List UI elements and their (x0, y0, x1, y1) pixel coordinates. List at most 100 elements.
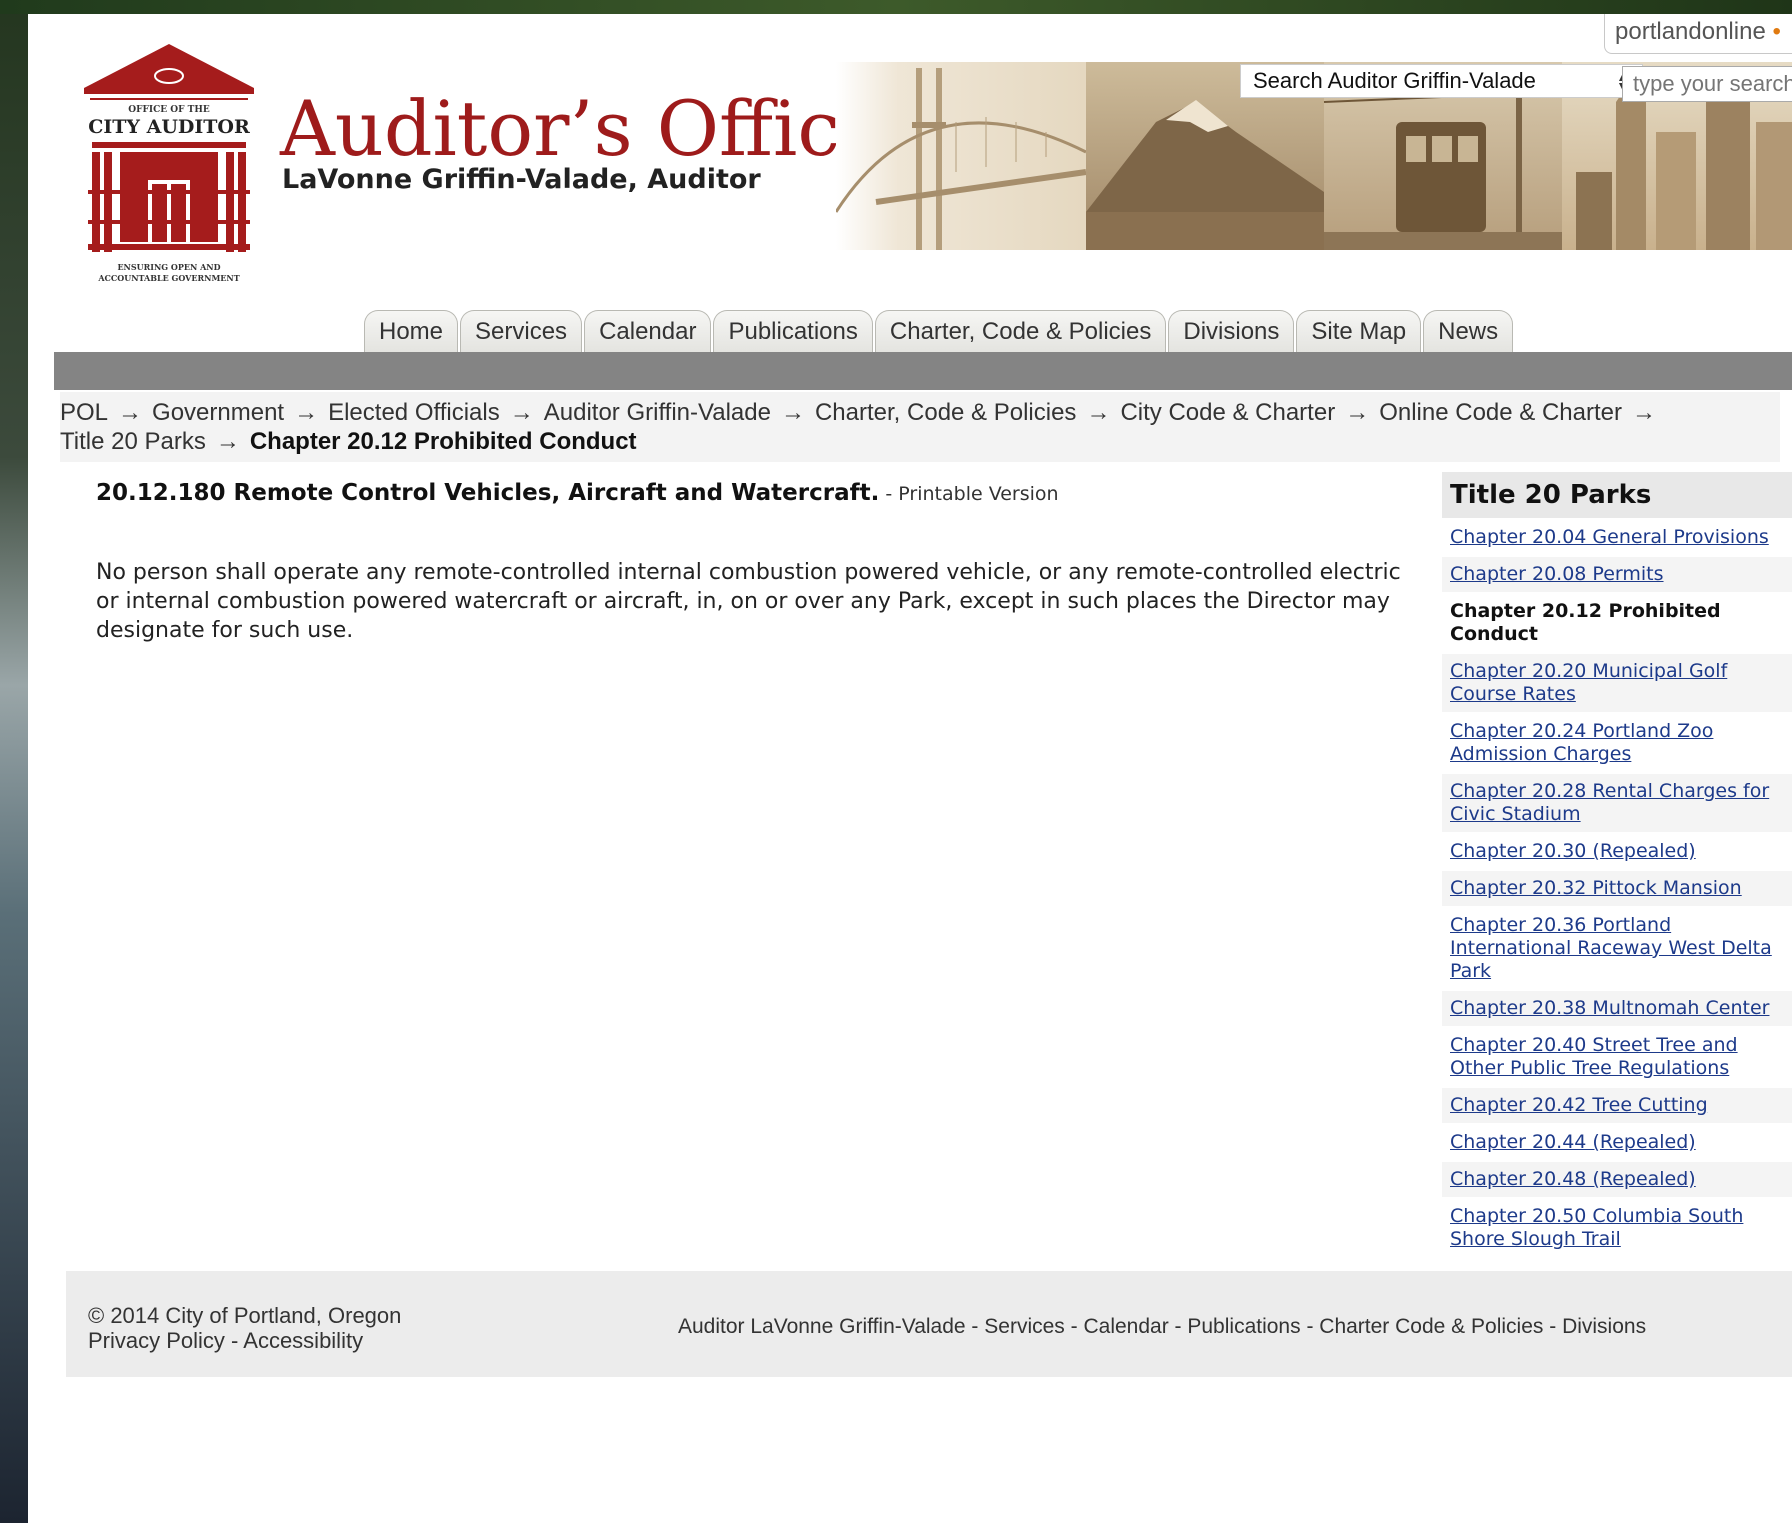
portlandonline-link[interactable]: portlandonline • (1604, 14, 1792, 54)
sidebar-link-20-42[interactable]: Chapter 20.42 Tree Cutting (1450, 1094, 1708, 1116)
sidebar-link-20-04[interactable]: Chapter 20.04 General Provisions (1450, 526, 1769, 548)
sidebar-link-20-36[interactable]: Chapter 20.36 Portland International Rac… (1450, 914, 1772, 982)
sidebar-link-20-24[interactable]: Chapter 20.24 Portland Zoo Admission Cha… (1450, 720, 1713, 765)
sidebar-item: Chapter 20.48 (Repealed) (1442, 1162, 1792, 1199)
footer-separator: - (1543, 1315, 1563, 1338)
footer-link-charter-code-policies[interactable]: Charter Code & Policies (1319, 1315, 1543, 1338)
tab-calendar[interactable]: Calendar (584, 310, 712, 352)
tab-divisions[interactable]: Divisions (1168, 310, 1295, 352)
arrow-right-icon: → (509, 399, 534, 426)
sidebar-list: Chapter 20.04 General Provisions Chapter… (1442, 520, 1792, 1259)
sidebar-link-20-32[interactable]: Chapter 20.32 Pittock Mansion (1450, 877, 1742, 899)
footer-separator: - (1300, 1315, 1320, 1338)
logo-main-text: CITY AUDITOR (88, 116, 250, 138)
footer-left: © 2014 City of Portland, Oregon Privacy … (88, 1303, 401, 1353)
logo-bottom-text-1: ENSURING OPEN AND (117, 262, 220, 272)
arrow-right-icon: → (1345, 399, 1370, 426)
sidebar-item: Chapter 20.50 Columbia South Shore Sloug… (1442, 1199, 1792, 1259)
breadcrumb-online-code-charter[interactable]: Online Code & Charter (1379, 399, 1622, 426)
nav-bar (54, 352, 1792, 390)
portlandonline-label: portlandonline (1615, 18, 1766, 45)
bullet-icon: • (1772, 18, 1781, 45)
footer: © 2014 City of Portland, Oregon Privacy … (66, 1271, 1792, 1377)
arrow-right-icon: → (118, 399, 143, 426)
printable-separator: - (879, 483, 899, 505)
site-title[interactable]: Auditor’s Office (280, 84, 885, 173)
section-body: No person shall operate any remote-contr… (96, 560, 1401, 643)
sidebar-link-20-44[interactable]: Chapter 20.44 (Repealed) (1450, 1131, 1696, 1153)
copyright-text: © 2014 City of Portland, Oregon (88, 1303, 402, 1328)
footer-link-auditor[interactable]: Auditor LaVonne Griffin-Valade (678, 1315, 966, 1338)
tab-publications[interactable]: Publications (713, 310, 873, 352)
sidebar-link-20-40[interactable]: Chapter 20.40 Street Tree and Other Publ… (1450, 1034, 1738, 1079)
accessibility-link[interactable]: Accessibility (243, 1328, 363, 1353)
sidebar-item-active: Chapter 20.12 Prohibited Conduct (1442, 594, 1792, 654)
sidebar-item: Chapter 20.30 (Repealed) (1442, 834, 1792, 871)
breadcrumb-city-code-charter[interactable]: City Code & Charter (1120, 399, 1335, 426)
tab-services[interactable]: Services (460, 310, 583, 352)
desktop-background-top (0, 0, 1792, 14)
breadcrumb-current: Chapter 20.12 Prohibited Conduct (249, 428, 637, 455)
tab-home[interactable]: Home (364, 310, 459, 352)
sidebar-item: Chapter 20.44 (Repealed) (1442, 1125, 1792, 1162)
sidebar: Title 20 Parks Chapter 20.04 General Pro… (1442, 472, 1792, 1259)
footer-separator: - (965, 1315, 985, 1338)
logo-top-text: OFFICE OF THE (128, 105, 210, 115)
sidebar-link-20-20[interactable]: Chapter 20.20 Municipal Golf Course Rate… (1450, 660, 1727, 705)
site-subtitle: LaVonne Griffin-Valade, Auditor (282, 164, 761, 195)
sidebar-item: Chapter 20.08 Permits (1442, 557, 1792, 594)
city-auditor-logo[interactable]: OFFICE OF THE CITY AUDITOR ENSURING OPEN… (78, 30, 260, 288)
sidebar-link-20-30[interactable]: Chapter 20.30 (Repealed) (1450, 840, 1696, 862)
arrow-right-icon: → (780, 399, 805, 426)
breadcrumb-charter-code-policies[interactable]: Charter, Code & Policies (815, 399, 1076, 426)
sidebar-item: Chapter 20.24 Portland Zoo Admission Cha… (1442, 714, 1792, 774)
main-nav: Home Services Calendar Publications Char… (364, 310, 1515, 352)
footer-separator: - (224, 1328, 244, 1353)
sidebar-item: Chapter 20.36 Portland International Rac… (1442, 908, 1792, 991)
arrow-right-icon: → (215, 428, 240, 455)
sidebar-link-20-48[interactable]: Chapter 20.48 (Repealed) (1450, 1168, 1696, 1190)
sidebar-item: Chapter 20.38 Multnomah Center (1442, 991, 1792, 1028)
arrow-right-icon: → (1086, 399, 1111, 426)
sidebar-current-20-12: Chapter 20.12 Prohibited Conduct (1450, 600, 1721, 645)
sidebar-link-20-38[interactable]: Chapter 20.38 Multnomah Center (1450, 997, 1769, 1019)
browser-page: OFFICE OF THE CITY AUDITOR ENSURING OPEN… (28, 14, 1792, 1523)
desktop-background (0, 0, 28, 1523)
sidebar-item: Chapter 20.32 Pittock Mansion (1442, 871, 1792, 908)
printable-version-link[interactable]: Printable Version (898, 483, 1058, 505)
breadcrumb-title-20-parks[interactable]: Title 20 Parks (60, 428, 206, 455)
breadcrumb-pol[interactable]: POL (60, 399, 108, 426)
sidebar-item: Chapter 20.42 Tree Cutting (1442, 1088, 1792, 1125)
footer-separator: - (1064, 1315, 1084, 1338)
sidebar-title: Title 20 Parks (1442, 472, 1792, 520)
arrow-right-icon: → (1631, 399, 1656, 426)
sidebar-link-20-08[interactable]: Chapter 20.08 Permits (1450, 563, 1664, 585)
sidebar-item: Chapter 20.28 Rental Charges for Civic S… (1442, 774, 1792, 834)
footer-links: Auditor LaVonne Griffin-Valade - Service… (678, 1315, 1646, 1339)
section-heading: 20.12.180 Remote Control Vehicles, Aircr… (96, 480, 1426, 506)
sidebar-link-20-50[interactable]: Chapter 20.50 Columbia South Shore Sloug… (1450, 1205, 1743, 1250)
breadcrumb-auditor[interactable]: Auditor Griffin-Valade (544, 399, 771, 426)
search-input[interactable] (1622, 66, 1792, 102)
footer-link-services[interactable]: Services (984, 1315, 1065, 1338)
sidebar-link-20-28[interactable]: Chapter 20.28 Rental Charges for Civic S… (1450, 780, 1769, 825)
search-scope-label: Search Auditor Griffin-Valade (1253, 68, 1536, 93)
breadcrumb-government[interactable]: Government (152, 399, 284, 426)
sidebar-item: Chapter 20.04 General Provisions (1442, 520, 1792, 557)
sidebar-item: Chapter 20.40 Street Tree and Other Publ… (1442, 1028, 1792, 1088)
search-scope-select[interactable]: Search Auditor Griffin-Valade ▲▼ (1240, 64, 1643, 98)
main-content: 20.12.180 Remote Control Vehicles, Aircr… (96, 480, 1426, 645)
tab-charter-code-policies[interactable]: Charter, Code & Policies (874, 310, 1167, 352)
footer-link-publications[interactable]: Publications (1187, 1315, 1300, 1338)
sidebar-item: Chapter 20.20 Municipal Golf Course Rate… (1442, 654, 1792, 714)
breadcrumb: POL → Government → Elected Officials → Auditor… (60, 392, 1780, 462)
tab-site-map[interactable]: Site Map (1296, 310, 1422, 352)
logo-bottom-text-2: ACCOUNTABLE GOVERNMENT (97, 273, 239, 283)
tab-news[interactable]: News (1423, 310, 1514, 352)
footer-link-divisions[interactable]: Divisions (1562, 1315, 1646, 1338)
privacy-policy-link[interactable]: Privacy Policy (88, 1328, 225, 1353)
footer-link-calendar[interactable]: Calendar (1083, 1315, 1168, 1338)
breadcrumb-elected-officials[interactable]: Elected Officials (328, 399, 500, 426)
section-title: 20.12.180 Remote Control Vehicles, Aircr… (96, 480, 880, 506)
footer-separator: - (1168, 1315, 1188, 1338)
